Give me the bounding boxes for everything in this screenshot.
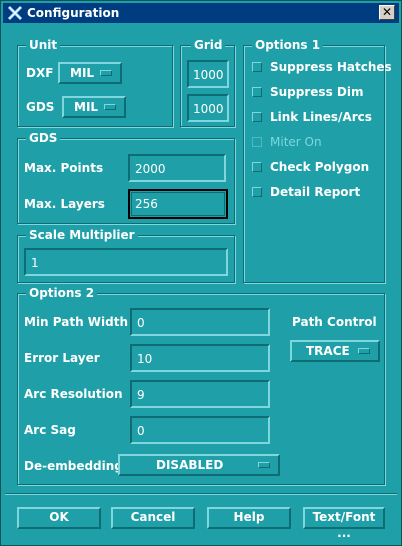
min-path-width-field[interactable]: 0	[130, 308, 270, 336]
dropdown-indicator-icon	[100, 70, 112, 76]
checkbox-label: Suppress Hatches	[270, 60, 392, 74]
options1-panel: Options 1 Suppress Hatches Suppress Dim …	[243, 38, 392, 283]
gds-unit-value: MIL	[74, 100, 99, 114]
grid-field-1[interactable]: 1000	[187, 60, 229, 88]
max-layers-label: Max. Layers	[24, 197, 105, 211]
arc-resolution-label: Arc Resolution	[24, 387, 123, 401]
dropdown-indicator-icon	[358, 348, 370, 354]
scale-multiplier-field[interactable]: 1	[24, 248, 228, 276]
arc-sag-field[interactable]: 0	[130, 416, 270, 444]
unit-legend: Unit	[26, 38, 61, 52]
scale-multiplier-legend: Scale Multiplier	[26, 228, 138, 242]
min-path-width-label: Min Path Width	[24, 315, 129, 329]
help-button[interactable]: Help	[207, 507, 291, 529]
checkbox-label: Miter On	[270, 135, 322, 149]
checkbox-box	[252, 62, 262, 72]
checkbox-box	[252, 87, 262, 97]
max-points-field[interactable]: 2000	[128, 154, 226, 182]
button-separator	[5, 493, 397, 495]
path-control-value: TRACE	[306, 344, 350, 358]
title-bar[interactable]: Configuration ✕	[3, 3, 399, 23]
de-embedding-value: DISABLED	[156, 458, 224, 472]
gds-unit-label: GDS	[26, 100, 55, 114]
checkbox-box	[252, 112, 262, 122]
gds-unit-dropdown[interactable]: MIL	[62, 96, 126, 118]
error-layer-field[interactable]: 10	[130, 344, 270, 372]
checkbox-box	[252, 162, 262, 172]
arc-sag-label: Arc Sag	[24, 423, 76, 437]
arc-resolution-field[interactable]: 9	[130, 380, 270, 408]
app-logo-icon	[7, 5, 23, 21]
text-font-button[interactable]: Text/Font ...	[303, 507, 385, 540]
dxf-label: DXF	[26, 66, 54, 80]
checkbox-label: Link Lines/Arcs	[270, 110, 372, 124]
checkbox-label: Check Polygon	[270, 160, 370, 174]
window-title: Configuration	[27, 6, 120, 20]
grid-field-2[interactable]: 1000	[187, 94, 229, 122]
max-layers-field[interactable]: 256	[128, 189, 228, 219]
dropdown-indicator-icon	[258, 462, 270, 468]
options1-legend: Options 1	[252, 38, 324, 52]
gds-panel: GDS Max. Points 2000 Max. Layers 256	[17, 131, 235, 224]
configuration-dialog: Configuration ✕ Unit DXF MIL GDS MIL Gri…	[0, 0, 402, 546]
error-layer-label: Error Layer	[24, 351, 100, 365]
cancel-button[interactable]: Cancel	[111, 507, 195, 529]
grid-legend: Grid	[191, 38, 226, 52]
unit-panel: Unit DXF MIL GDS MIL	[17, 38, 173, 127]
max-points-label: Max. Points	[24, 161, 104, 175]
scale-multiplier-panel: Scale Multiplier 1	[17, 228, 235, 283]
options2-legend: Options 2	[26, 286, 98, 300]
dxf-unit-dropdown[interactable]: MIL	[58, 62, 122, 84]
options2-panel: Options 2 Min Path Width 0 Error Layer 1…	[17, 286, 385, 485]
path-control-dropdown[interactable]: TRACE	[290, 340, 380, 362]
path-control-label: Path Control	[292, 315, 377, 329]
checkbox-box	[252, 187, 262, 197]
de-embedding-label: De-embedding	[24, 459, 123, 473]
grid-panel: Grid 1000 1000	[180, 38, 235, 127]
close-icon: ✕	[381, 5, 393, 19]
close-button[interactable]: ✕	[379, 5, 395, 20]
checkbox-label: Suppress Dim	[270, 85, 364, 99]
de-embedding-dropdown[interactable]: DISABLED	[118, 454, 280, 476]
dxf-unit-value: MIL	[70, 66, 95, 80]
ok-button[interactable]: OK	[17, 507, 101, 529]
gds-legend: GDS	[26, 131, 61, 145]
checkbox-label: Detail Report	[270, 185, 361, 199]
checkbox-box	[252, 137, 262, 147]
dropdown-indicator-icon	[104, 104, 116, 110]
